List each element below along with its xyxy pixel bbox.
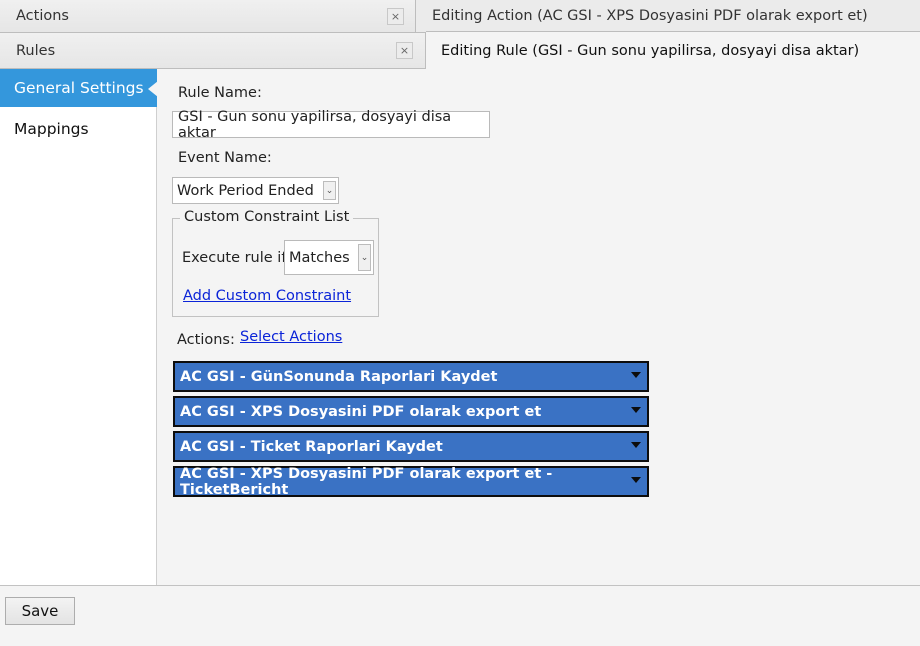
caret-down-icon[interactable] bbox=[631, 372, 641, 378]
rule-name-input[interactable]: GSI - Gun sonu yapilirsa, dosyayi disa a… bbox=[172, 109, 490, 141]
action-item-label: AC GSI - Ticket Raporlari Kaydet bbox=[180, 438, 443, 455]
action-item[interactable]: AC GSI - XPS Dosyasini PDF olarak export… bbox=[173, 465, 649, 498]
add-custom-constraint-link[interactable]: Add Custom Constraint bbox=[183, 288, 351, 304]
action-item[interactable]: AC GSI - XPS Dosyasini PDF olarak export… bbox=[173, 396, 649, 427]
tab-label: Editing Rule (GSI - Gun sonu yapilirsa, … bbox=[441, 42, 860, 59]
general-settings-panel: Rule Name: GSI - Gun sonu yapilirsa, dos… bbox=[157, 69, 920, 585]
tab-editing-rule[interactable]: Editing Rule (GSI - Gun sonu yapilirsa, … bbox=[426, 31, 920, 69]
action-item-label: AC GSI - XPS Dosyasini PDF olarak export… bbox=[180, 465, 553, 498]
action-item-label: AC GSI - XPS Dosyasini PDF olarak export… bbox=[180, 403, 542, 420]
select-actions-link[interactable]: Select Actions bbox=[240, 329, 342, 345]
execute-rule-select[interactable]: Matches ⌄ bbox=[284, 240, 374, 275]
event-name-value: Work Period Ended bbox=[177, 182, 314, 199]
sidebar-item-label: General Settings bbox=[14, 79, 144, 97]
tab-actions[interactable]: Actions × bbox=[0, 0, 416, 33]
tab-label: Editing Action (AC GSI - XPS Dosyasini P… bbox=[432, 8, 868, 24]
save-button[interactable]: Save bbox=[5, 597, 75, 625]
sidebar-item-general-settings[interactable]: General Settings bbox=[0, 69, 158, 107]
close-icon[interactable]: × bbox=[387, 8, 404, 25]
chevron-down-icon[interactable]: ⌄ bbox=[323, 181, 336, 200]
tab-rules[interactable]: Rules × bbox=[0, 33, 426, 69]
actions-label: Actions: bbox=[177, 332, 235, 348]
tab-label: Rules bbox=[16, 42, 56, 59]
close-icon[interactable]: × bbox=[396, 42, 413, 59]
caret-down-icon[interactable] bbox=[631, 477, 641, 483]
caret-down-icon[interactable] bbox=[631, 442, 641, 448]
tab-editing-action[interactable]: Editing Action (AC GSI - XPS Dosyasini P… bbox=[416, 0, 920, 33]
document-tab-row-top: Actions × Editing Action (AC GSI - XPS D… bbox=[0, 0, 920, 33]
tab-label: Actions bbox=[16, 8, 69, 24]
action-item-label: AC GSI - GünSonunda Raporlari Kaydet bbox=[180, 368, 498, 385]
footer-bar: Save bbox=[0, 585, 920, 646]
sidebar: General Settings Mappings bbox=[0, 69, 158, 585]
custom-constraint-legend: Custom Constraint List bbox=[180, 209, 354, 225]
custom-constraint-group: Custom Constraint List Execute rule if M… bbox=[172, 209, 379, 317]
execute-rule-label: Execute rule if bbox=[182, 250, 287, 266]
event-name-label: Event Name: bbox=[178, 150, 272, 166]
execute-rule-value: Matches bbox=[289, 249, 350, 266]
action-item[interactable]: AC GSI - Ticket Raporlari Kaydet bbox=[173, 431, 649, 462]
caret-down-icon[interactable] bbox=[631, 407, 641, 413]
sidebar-item-mappings[interactable]: Mappings bbox=[0, 110, 157, 148]
sidebar-item-label: Mappings bbox=[14, 120, 89, 138]
action-item[interactable]: AC GSI - GünSonunda Raporlari Kaydet bbox=[173, 361, 649, 392]
chevron-down-icon[interactable]: ⌄ bbox=[358, 244, 371, 271]
rule-name-label: Rule Name: bbox=[178, 85, 262, 101]
event-name-select[interactable]: Work Period Ended ⌄ bbox=[172, 177, 339, 204]
